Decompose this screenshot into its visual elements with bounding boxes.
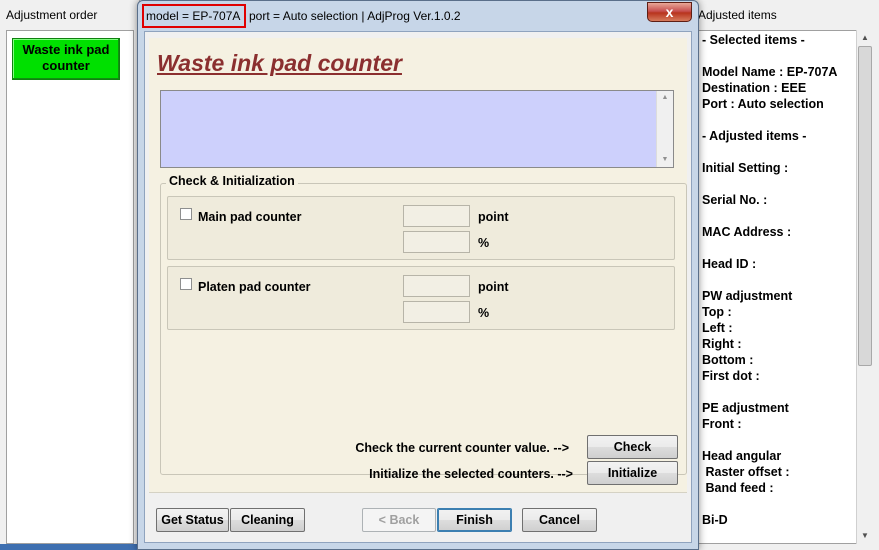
adjusted-item-line: Port : Auto selection bbox=[702, 97, 824, 111]
log-scrollbar[interactable]: ▲ ▼ bbox=[656, 91, 673, 167]
adjusted-item-line: Destination : EEE bbox=[702, 81, 807, 95]
adjustment-order-title: Adjustment order bbox=[6, 8, 98, 22]
adjusted-item-line: Raster offset : bbox=[702, 465, 790, 479]
check-init-group-label: Check & Initialization bbox=[166, 174, 298, 188]
dialog-client: Waste ink pad counter ▲ ▼ Check & Initia… bbox=[144, 31, 692, 543]
scroll-thumb[interactable] bbox=[858, 46, 872, 366]
scroll-down-icon[interactable]: ▼ bbox=[857, 528, 873, 544]
finish-button[interactable]: Finish bbox=[437, 508, 512, 532]
adjustment-order-window: Adjustment order Waste ink pad counter bbox=[0, 0, 140, 550]
adjusted-item-line: Bi-D bbox=[702, 513, 728, 527]
main-pad-percent-unit: % bbox=[478, 236, 490, 250]
main-pad-label: Main pad counter bbox=[198, 210, 302, 224]
adjusted-items-list: - Selected items - Model Name : EP-707A D… bbox=[702, 32, 852, 528]
check-hint: Check the current counter value. --> bbox=[355, 441, 569, 455]
platen-pad-point-unit: point bbox=[478, 280, 509, 294]
adjusted-item-line: Right : bbox=[702, 337, 742, 351]
get-status-button[interactable]: Get Status bbox=[156, 508, 229, 532]
adjusted-item-line: Bottom : bbox=[702, 353, 754, 367]
close-button[interactable]: x bbox=[647, 2, 692, 22]
adjusted-item-line: MAC Address : bbox=[702, 225, 792, 239]
adjusted-item-line: Band feed : bbox=[702, 481, 774, 495]
cleaning-button[interactable]: Cleaning bbox=[230, 508, 305, 532]
adjusted-items-scrollbar[interactable]: ▲ ▼ bbox=[856, 30, 873, 544]
main-pad-point-unit: point bbox=[478, 210, 509, 224]
adjusted-item-line: Serial No. : bbox=[702, 193, 768, 207]
adjusted-item-line: Initial Setting : bbox=[702, 161, 789, 175]
platen-pad-point-field bbox=[403, 275, 470, 297]
back-button[interactable]: < Back bbox=[362, 508, 436, 532]
adjustment-order-panel bbox=[6, 30, 134, 544]
adjusted-item-line bbox=[702, 272, 852, 288]
adjusted-item-line: Left : bbox=[702, 321, 733, 335]
adjusted-item-line: - Adjusted items - bbox=[702, 129, 807, 143]
platen-pad-percent-field bbox=[403, 301, 470, 323]
adjusted-item-line: PE adjustment bbox=[702, 401, 789, 415]
main-pad-percent-field bbox=[403, 231, 470, 253]
initialize-hint: Initialize the selected counters. --> bbox=[369, 467, 573, 481]
waste-ink-pad-dialog: model = EP-707A port = Auto selection | … bbox=[137, 0, 699, 550]
content-panel: Waste ink pad counter ▲ ▼ Check & Initia… bbox=[149, 38, 687, 492]
platen-pad-percent-unit: % bbox=[478, 306, 490, 320]
adjusted-item-line bbox=[702, 496, 852, 512]
adjusted-item-line bbox=[702, 112, 852, 128]
adjusted-item-line: Front : bbox=[702, 417, 742, 431]
adjusted-item-line: Model Name : EP-707A bbox=[702, 65, 838, 79]
footer-separator bbox=[149, 492, 687, 493]
close-icon: x bbox=[665, 4, 674, 20]
adjusted-item-line: PW adjustment bbox=[702, 289, 793, 303]
adjusted-item-line: Head ID : bbox=[702, 257, 757, 271]
check-button[interactable]: Check bbox=[587, 435, 678, 459]
page-title: Waste ink pad counter bbox=[157, 50, 402, 76]
adjusted-item-line: - Selected items - bbox=[702, 33, 805, 47]
adjusted-item-line bbox=[702, 384, 852, 400]
scroll-up-icon[interactable]: ▲ bbox=[857, 30, 873, 46]
main-pad-point-field bbox=[403, 205, 470, 227]
adjusted-items-title: Adjusted items bbox=[698, 8, 777, 22]
adjusted-item-line: First dot : bbox=[702, 369, 760, 383]
initialize-button[interactable]: Initialize bbox=[587, 461, 678, 485]
adjusted-item-line bbox=[702, 240, 852, 256]
adjusted-item-line bbox=[702, 144, 852, 160]
main-pad-checkbox[interactable] bbox=[180, 208, 192, 220]
adjusted-item-line bbox=[702, 48, 852, 64]
cancel-button[interactable]: Cancel bbox=[522, 508, 597, 532]
scroll-down-icon[interactable]: ▼ bbox=[657, 153, 673, 167]
adjusted-items-window: Adjusted items - Selected items - Model … bbox=[692, 0, 879, 550]
order-item-waste-ink-pad-counter[interactable]: Waste ink pad counter bbox=[12, 38, 120, 80]
adjusted-item-line bbox=[702, 432, 852, 448]
adjusted-item-line: Head angular bbox=[702, 449, 782, 463]
status-log-box[interactable]: ▲ ▼ bbox=[160, 90, 674, 168]
title-port-version: port = Auto selection | AdjProg Ver.1.0.… bbox=[249, 9, 461, 23]
platen-pad-checkbox[interactable] bbox=[180, 278, 192, 290]
taskbar-strip bbox=[0, 544, 140, 550]
scroll-up-icon[interactable]: ▲ bbox=[657, 91, 673, 105]
title-model: model = EP-707A bbox=[146, 9, 241, 23]
adjusted-item-line bbox=[702, 208, 852, 224]
dialog-titlebar[interactable]: model = EP-707A port = Auto selection | … bbox=[138, 1, 698, 31]
adjusted-item-line bbox=[702, 176, 852, 192]
platen-pad-label: Platen pad counter bbox=[198, 280, 311, 294]
adjusted-item-line: Top : bbox=[702, 305, 732, 319]
